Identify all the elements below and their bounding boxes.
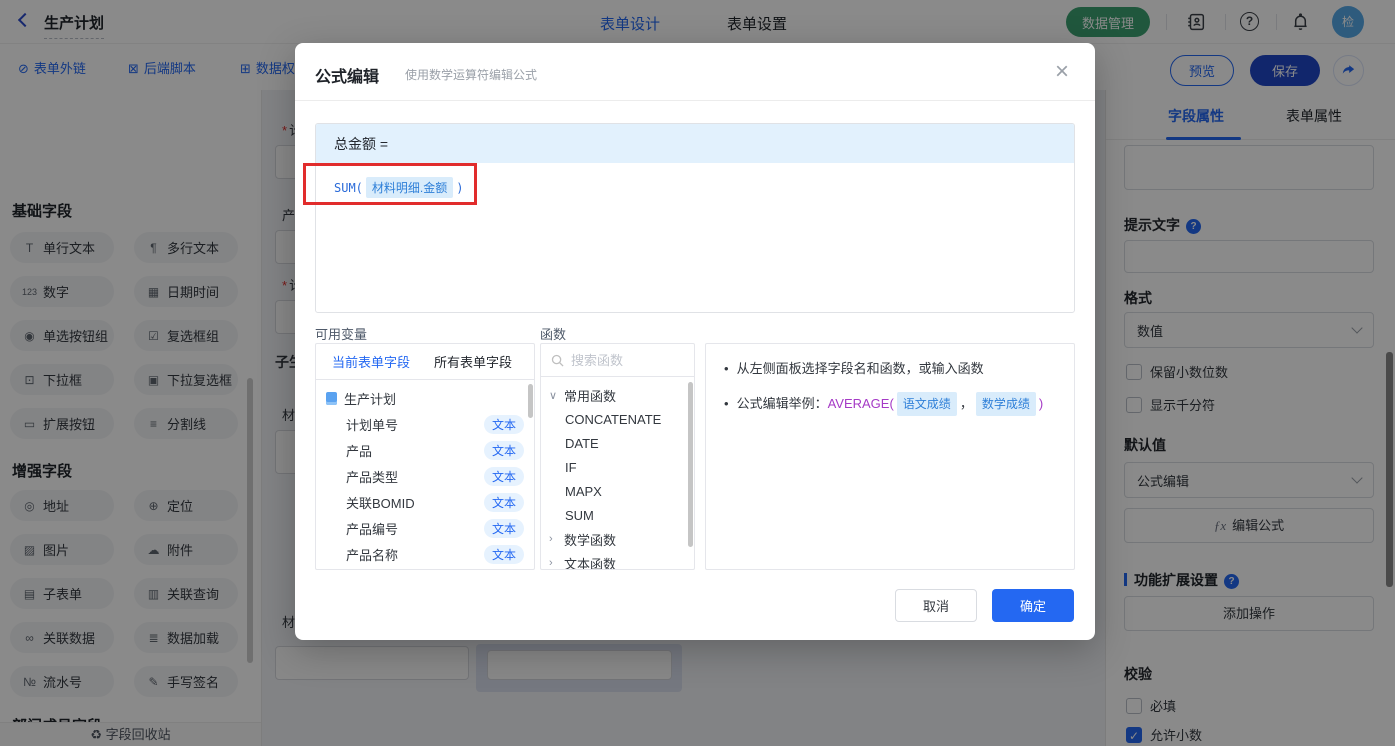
tip-line-2: • 公式编辑举例：AVERAGE(语文成绩，数学成绩) <box>724 392 1056 416</box>
formula-target: 总金额 = <box>316 124 1074 163</box>
variable-item[interactable]: 计划单号 文本 <box>316 411 534 437</box>
divider <box>295 100 1095 101</box>
caret-down-icon: ∨ <box>549 389 558 402</box>
functions-scrollbar[interactable] <box>688 382 693 547</box>
variable-tree-root[interactable]: 生产计划 <box>316 385 534 411</box>
variable-item[interactable]: 产品类型 文本 <box>316 463 534 489</box>
dialog-title: 公式编辑 <box>315 69 380 86</box>
function-item[interactable]: SUM <box>541 503 694 527</box>
caret-right-icon: › <box>549 533 553 545</box>
dialog-subtitle: 使用数学运算符编辑公式 <box>405 68 538 82</box>
functions-panel: ∨常用函数 CONCATENATE DATE IF MAPX SUM ›数学函数… <box>540 343 695 570</box>
function-search-input[interactable] <box>571 352 671 368</box>
example-chip: 数学成绩 <box>975 392 1036 416</box>
variable-item[interactable]: 产品编号 文本 <box>316 515 534 541</box>
variable-item[interactable]: 关联BOMID 文本 <box>316 489 534 515</box>
tab-current-form-fields[interactable]: 当前表单字段 <box>332 352 410 371</box>
type-badge: 文本 <box>483 492 524 512</box>
function-item[interactable]: CONCATENATE <box>541 407 694 431</box>
function-group-text[interactable]: › 文本函数 <box>541 551 694 570</box>
variables-scrollbar[interactable] <box>528 384 533 418</box>
example-function: AVERAGE( <box>827 396 894 411</box>
variables-panel: 当前表单字段 所有表单字段 生产计划 计划单号 文本 产品 文本 产品类型 文本 关联… <box>315 343 535 570</box>
type-badge: 文本 <box>483 544 524 564</box>
function-item[interactable]: DATE <box>541 431 694 455</box>
type-badge: 文本 <box>483 414 524 434</box>
functions-label: 函数 <box>540 327 567 342</box>
variable-item[interactable]: 产品名称 文本 <box>316 541 534 567</box>
search-icon <box>551 354 564 367</box>
confirm-button[interactable]: 确定 <box>992 589 1074 622</box>
variables-label: 可用变量 <box>315 327 368 342</box>
type-badge: 文本 <box>483 466 524 486</box>
type-badge: 文本 <box>483 440 524 460</box>
variables-tabs: 当前表单字段 所有表单字段 <box>316 344 534 380</box>
function-group-common[interactable]: ∨ 常用函数 <box>541 383 694 407</box>
cancel-button[interactable]: 取消 <box>895 589 977 622</box>
tab-all-form-fields[interactable]: 所有表单字段 <box>434 352 512 371</box>
function-item[interactable]: MAPX <box>541 479 694 503</box>
example-chip: 语文成绩 <box>896 392 957 416</box>
formula-editor: 总金额 = SUM(材料明细.金额) <box>315 123 1075 313</box>
caret-right-icon: › <box>549 557 553 569</box>
form-doc-icon <box>326 391 337 405</box>
close-icon[interactable]: × <box>1045 55 1079 89</box>
function-item[interactable]: IF <box>541 455 694 479</box>
type-badge: 文本 <box>483 518 524 538</box>
variable-item[interactable]: 产品 文本 <box>316 437 534 463</box>
tip-line-1: • 从左侧面板选择字段名和函数，或输入函数 <box>724 361 984 376</box>
tips-panel: • 从左侧面板选择字段名和函数，或输入函数 • 公式编辑举例：AVERAGE(语文成… <box>705 343 1075 570</box>
function-group-math[interactable]: › 数学函数 <box>541 527 694 551</box>
formula-editor-dialog: 公式编辑 使用数学运算符编辑公式 × 总金额 = SUM(材料明细.金额) 可用… <box>295 43 1095 640</box>
function-search[interactable] <box>541 344 694 377</box>
red-annotation-box <box>303 163 477 205</box>
